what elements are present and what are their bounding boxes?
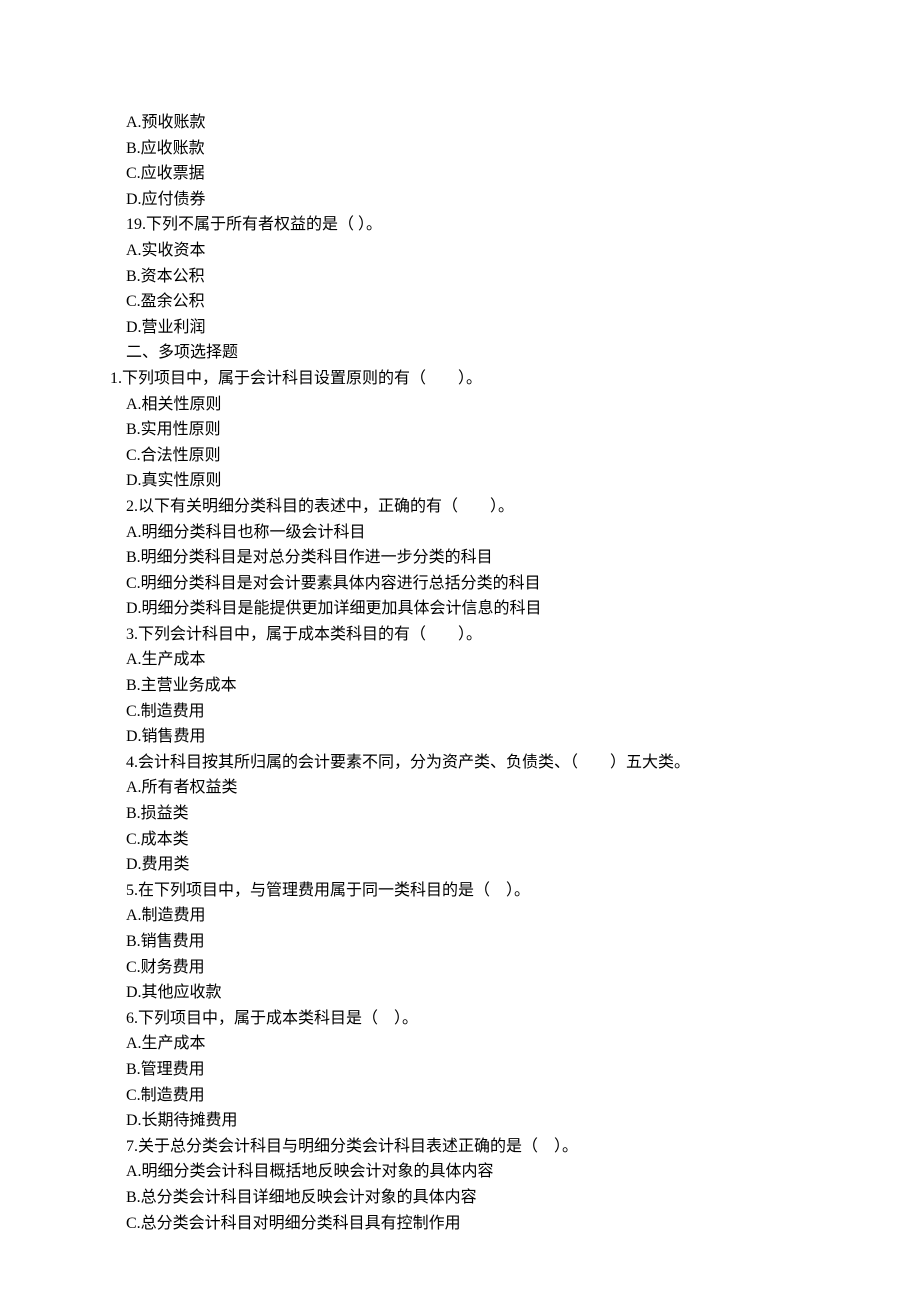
text-line: A.生产成本	[110, 647, 860, 673]
text-line: A.明细分类科目也称一级会计科目	[110, 520, 860, 546]
text-line: 7.关于总分类会计科目与明细分类会计科目表述正确的是（ ）。	[110, 1134, 860, 1160]
text-line: C.总分类会计科目对明细分类科目具有控制作用	[110, 1211, 860, 1237]
text-line: D.营业利润	[110, 315, 860, 341]
text-line: A.相关性原则	[110, 392, 860, 418]
text-line: B.明细分类科目是对总分类科目作进一步分类的科目	[110, 545, 860, 571]
text-line: 19.下列不属于所有者权益的是（ ）。	[110, 212, 860, 238]
text-line: A.所有者权益类	[110, 775, 860, 801]
text-line: B.损益类	[110, 801, 860, 827]
text-line: B.主营业务成本	[110, 673, 860, 699]
text-line: D.销售费用	[110, 724, 860, 750]
text-line: B.应收账款	[110, 136, 860, 162]
text-line: D.明细分类科目是能提供更加详细更加具体会计信息的科目	[110, 596, 860, 622]
text-line: C.制造费用	[110, 699, 860, 725]
text-line: 二、多项选择题	[110, 340, 860, 366]
text-line: D.真实性原则	[110, 468, 860, 494]
text-line: B.实用性原则	[110, 417, 860, 443]
text-line: A.实收资本	[110, 238, 860, 264]
text-line: D.长期待摊费用	[110, 1108, 860, 1134]
text-line: A.预收账款	[110, 110, 860, 136]
text-line: D.应付债券	[110, 187, 860, 213]
text-line: C.合法性原则	[110, 443, 860, 469]
text-line: 1.下列项目中，属于会计科目设置原则的有（ ）。	[110, 366, 860, 392]
text-line: A.生产成本	[110, 1031, 860, 1057]
text-line: C.明细分类科目是对会计要素具体内容进行总括分类的科目	[110, 571, 860, 597]
text-line: 4.会计科目按其所归属的会计要素不同，分为资产类、负债类、（ ）五大类。	[110, 750, 860, 776]
text-line: B.总分类会计科目详细地反映会计对象的具体内容	[110, 1185, 860, 1211]
text-line: B.资本公积	[110, 264, 860, 290]
text-line: 5.在下列项目中，与管理费用属于同一类科目的是（ ）。	[110, 878, 860, 904]
text-line: C.应收票据	[110, 161, 860, 187]
text-line: D.其他应收款	[110, 980, 860, 1006]
text-line: A.制造费用	[110, 903, 860, 929]
text-line: 2.以下有关明细分类科目的表述中，正确的有（ ）。	[110, 494, 860, 520]
document-page: A.预收账款B.应收账款C.应收票据D.应付债券19.下列不属于所有者权益的是（…	[0, 0, 920, 1296]
text-line: A.明细分类会计科目概括地反映会计对象的具体内容	[110, 1159, 860, 1185]
text-line: B.销售费用	[110, 929, 860, 955]
text-line: 3.下列会计科目中，属于成本类科目的有（ ）。	[110, 622, 860, 648]
text-line: C.成本类	[110, 827, 860, 853]
text-line: 6.下列项目中，属于成本类科目是（ ）。	[110, 1006, 860, 1032]
text-line: B.管理费用	[110, 1057, 860, 1083]
text-line: C.制造费用	[110, 1083, 860, 1109]
text-line: D.费用类	[110, 852, 860, 878]
text-line: C.盈余公积	[110, 289, 860, 315]
text-line: C.财务费用	[110, 955, 860, 981]
